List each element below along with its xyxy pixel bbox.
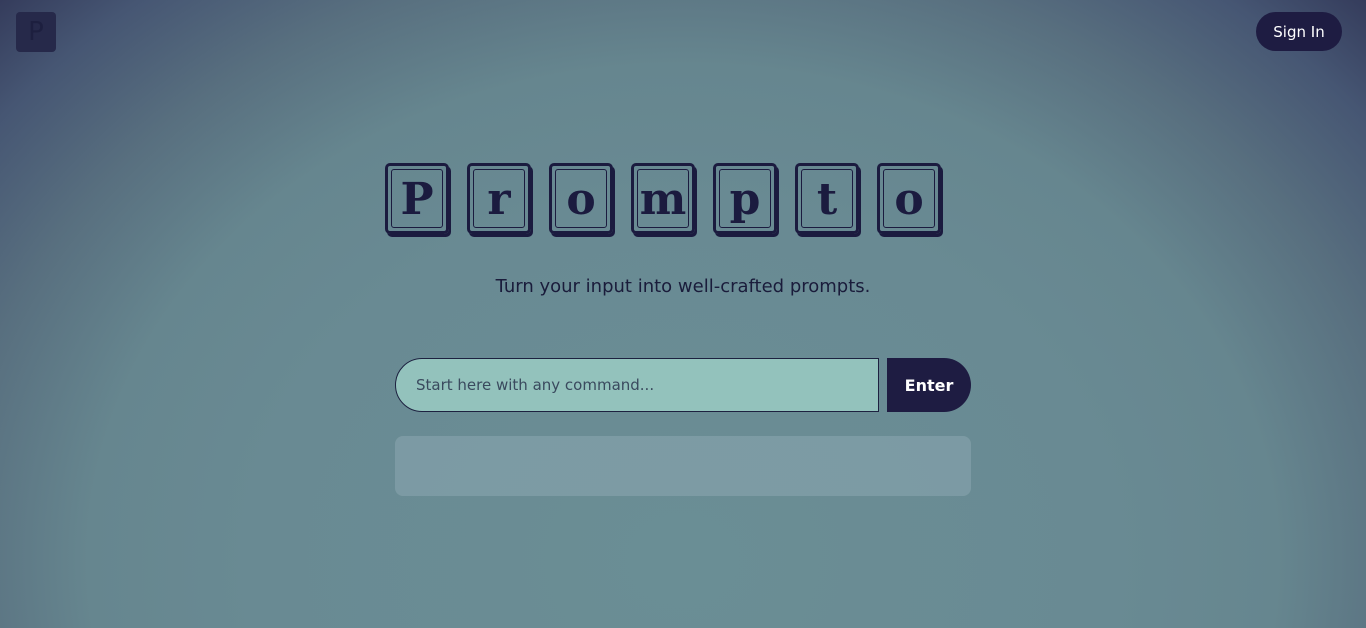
title-tile: r xyxy=(467,163,531,234)
title-letter: o xyxy=(894,173,924,225)
output-panel xyxy=(395,436,971,496)
title-tile: P xyxy=(385,163,449,234)
title-letter: P xyxy=(400,173,434,225)
title-tile: p xyxy=(713,163,777,234)
tagline: Turn your input into well-crafted prompt… xyxy=(495,276,871,297)
title-letter: t xyxy=(816,173,838,225)
title-tile: o xyxy=(549,163,613,234)
title-tile: t xyxy=(795,163,859,234)
sign-in-button[interactable]: Sign In xyxy=(1256,12,1342,51)
title-letter: m xyxy=(639,173,687,225)
title-letter: o xyxy=(566,173,596,225)
title-letter: p xyxy=(729,173,761,225)
title-letter: r xyxy=(487,173,511,225)
enter-button[interactable]: Enter xyxy=(887,358,971,412)
title-tile: o xyxy=(877,163,941,234)
logo-icon[interactable]: P xyxy=(16,12,56,52)
title-tiles: P r o m p t o xyxy=(385,163,941,234)
command-input[interactable] xyxy=(395,358,879,412)
title-tile: m xyxy=(631,163,695,234)
